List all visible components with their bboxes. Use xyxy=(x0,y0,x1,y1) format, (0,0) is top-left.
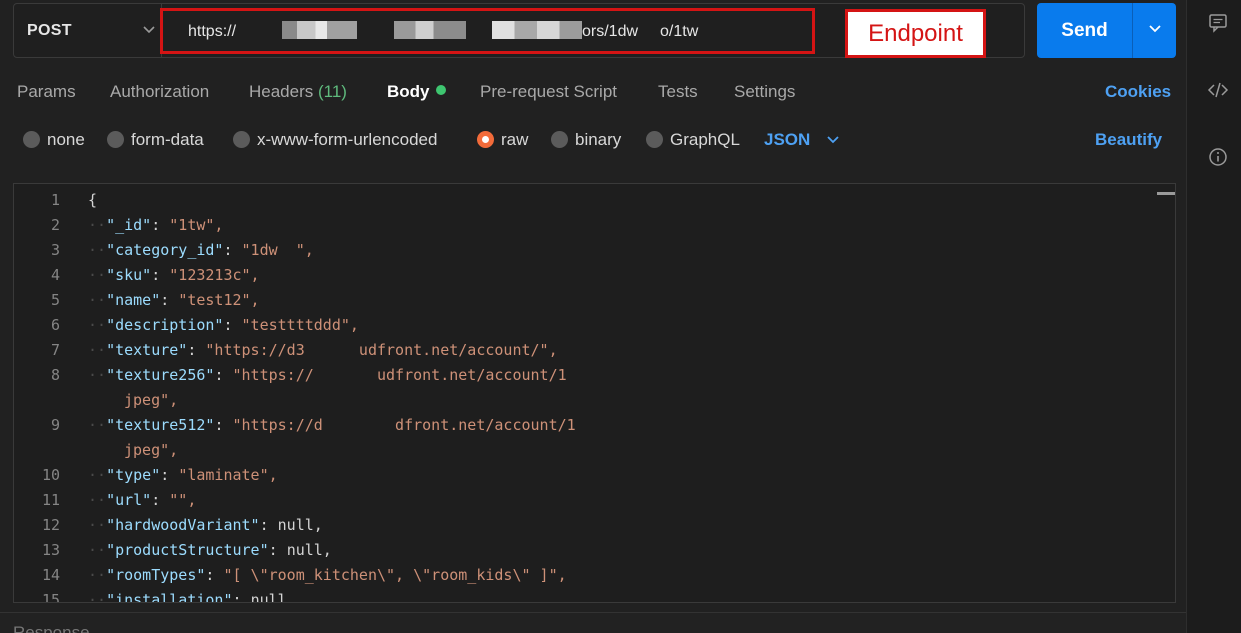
code-line: 3 ··"category_id": "1dw ", xyxy=(14,238,1174,263)
line-number: 14 xyxy=(41,566,60,584)
code-line: 12 ··"hardwoodVariant": null, xyxy=(14,513,1174,538)
tab-body-label: Body xyxy=(387,82,430,101)
code-line: 13 ··"productStructure": null, xyxy=(14,538,1174,563)
code-text: ··"roomTypes": "[ \"room_kitchen\", \"ro… xyxy=(88,566,567,584)
tab-headers-label: Headers xyxy=(249,82,314,101)
tab-pre-request-script[interactable]: Pre-request Script xyxy=(480,82,617,102)
radio-circle-selected xyxy=(477,131,494,148)
line-number: 5 xyxy=(50,291,60,309)
radio-label: GraphQL xyxy=(670,130,740,149)
radio-urlencoded[interactable]: x-www-form-urlencoded xyxy=(233,130,437,150)
send-options-button[interactable] xyxy=(1132,3,1176,58)
code-line: 4 ··"sku": "123213c", xyxy=(14,263,1174,288)
code-line: 6 ··"description": "testtttddd", xyxy=(14,313,1174,338)
body-mode-row: none form-data x-www-form-urlencoded raw… xyxy=(0,128,1186,158)
line-number: 8 xyxy=(50,366,60,384)
comments-icon[interactable] xyxy=(1207,13,1229,35)
send-button[interactable]: Send xyxy=(1037,3,1132,58)
code-line: 10 ··"type": "laminate", xyxy=(14,463,1174,488)
code-line: 1{ xyxy=(14,188,1174,213)
line-number: 9 xyxy=(50,416,60,434)
code-line: 2 ··"_id": "1tw", xyxy=(14,213,1174,238)
radio-circle xyxy=(233,131,250,148)
radio-raw[interactable]: raw xyxy=(477,130,528,150)
line-number: 4 xyxy=(50,266,60,284)
code-text: ··"texture512": "https://d dfront.net/ac… xyxy=(88,416,576,434)
radio-graphql[interactable]: GraphQL xyxy=(646,130,740,150)
radio-label: binary xyxy=(575,130,622,149)
radio-circle xyxy=(107,131,124,148)
code-text: ··"url": "", xyxy=(88,491,197,509)
radio-none[interactable]: none xyxy=(23,130,85,150)
code-line: 15 ··"installation": null, xyxy=(14,588,1174,603)
code-text: jpeg", xyxy=(124,391,179,409)
line-number: 13 xyxy=(41,541,60,559)
method-label: POST xyxy=(27,22,72,39)
radio-label: x-www-form-urlencoded xyxy=(257,130,438,149)
body-editor[interactable]: 1{2 ··"_id": "1tw", 3 ··"category_id": "1dw… xyxy=(13,183,1176,603)
line-number: 10 xyxy=(41,466,60,484)
chevron-down-icon xyxy=(142,19,158,39)
cookies-link[interactable]: Cookies xyxy=(1105,82,1171,102)
tab-headers[interactable]: Headers (11) xyxy=(249,82,347,102)
code-icon[interactable] xyxy=(1207,80,1229,102)
endpoint-annotation: Endpoint xyxy=(845,9,986,58)
line-number: 12 xyxy=(41,516,60,534)
chevron-down-icon[interactable] xyxy=(826,130,840,151)
line-number: 11 xyxy=(41,491,60,509)
info-icon[interactable] xyxy=(1207,147,1229,169)
body-active-dot xyxy=(435,85,446,95)
code-text: ··"name": "test12", xyxy=(88,291,260,309)
code-text: { xyxy=(88,191,98,209)
code-text: ··"texture256": "https:// udfront.net/ac… xyxy=(88,366,567,384)
code-text: jpeg", xyxy=(124,441,179,459)
line-number: 7 xyxy=(50,341,60,359)
response-label: Response xyxy=(13,623,90,633)
method-select[interactable]: POST xyxy=(14,4,162,57)
code-line: 14 ··"roomTypes": "[ \"room_kitchen\", \"… xyxy=(14,563,1174,588)
code-text: ··"type": "laminate", xyxy=(88,466,278,484)
code-text: ··"_id": "1tw", xyxy=(88,216,224,234)
right-sidebar xyxy=(1186,0,1241,633)
code-text: ··"texture": "https://d3 udfront.net/acc… xyxy=(88,341,558,359)
code-line: 8 ··"texture256": "https:// udfront.net/a… xyxy=(14,363,1174,388)
code-line: jpeg", xyxy=(14,438,1174,463)
code-text: ··"category_id": "1dw ", xyxy=(88,241,314,259)
code-line: 11 ··"url": "", xyxy=(14,488,1174,513)
chevron-down-icon xyxy=(1148,25,1161,33)
code-line: 9 ··"texture512": "https://d dfront.net/a… xyxy=(14,413,1174,438)
radio-circle xyxy=(646,131,663,148)
code-text: ··"description": "testtttddd", xyxy=(88,316,359,334)
code-text: ··"productStructure": null, xyxy=(88,541,332,559)
code-text: ··"hardwoodVariant": null, xyxy=(88,516,323,534)
radio-label: raw xyxy=(501,130,529,149)
format-select[interactable]: JSON xyxy=(764,130,810,150)
tab-settings[interactable]: Settings xyxy=(734,82,795,102)
radio-binary[interactable]: binary xyxy=(551,130,621,150)
code-text: ··"installation": null, xyxy=(88,591,296,603)
headers-count: (11) xyxy=(318,82,347,101)
code-line: 7 ··"texture": "https://d3 udfront.net/ac… xyxy=(14,338,1174,363)
code-text: ··"sku": "123213c", xyxy=(88,266,260,284)
tab-tests[interactable]: Tests xyxy=(658,82,698,102)
line-number: 6 xyxy=(50,316,60,334)
radio-label: form-data xyxy=(131,130,204,149)
code-line: 5 ··"name": "test12", xyxy=(14,288,1174,313)
tab-params[interactable]: Params xyxy=(17,82,76,102)
line-number: 15 xyxy=(41,591,60,603)
code-line: jpeg", xyxy=(14,388,1174,413)
tab-body[interactable]: Body xyxy=(387,82,446,102)
beautify-button[interactable]: Beautify xyxy=(1095,130,1162,150)
endpoint-highlight xyxy=(160,8,815,54)
radio-circle xyxy=(551,131,568,148)
line-number: 1 xyxy=(50,191,60,209)
line-number: 2 xyxy=(50,216,60,234)
radio-circle xyxy=(23,131,40,148)
request-tabs: Params Authorization Headers (11) Body P… xyxy=(0,78,1186,108)
line-number: 3 xyxy=(50,241,60,259)
radio-label: none xyxy=(47,130,85,149)
tab-authorization[interactable]: Authorization xyxy=(110,82,209,102)
response-panel: Response xyxy=(0,612,1186,633)
radio-form-data[interactable]: form-data xyxy=(107,130,204,150)
